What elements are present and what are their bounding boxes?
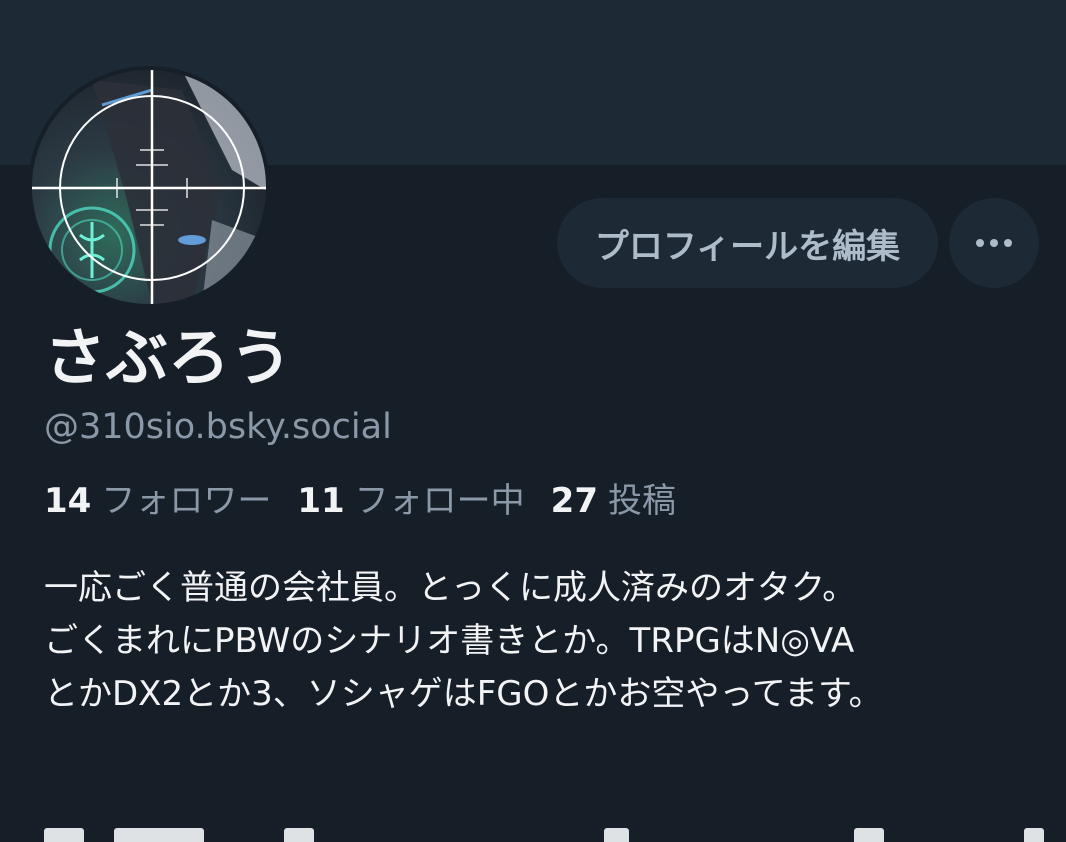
handle: @310sio.bsky.social: [44, 407, 392, 447]
followers-count: 14: [44, 481, 92, 521]
following-count: 11: [297, 481, 345, 521]
clipped-content-edge: [44, 826, 1044, 842]
followers-label: フォロワー: [101, 481, 272, 521]
following-link[interactable]: 11 フォロー中: [297, 478, 524, 524]
profile-stats: 14 フォロワー 11 フォロー中 27 投稿: [44, 478, 702, 524]
bio-line: 一応ごく普通の会社員。とっくに成人済みのオタク。: [44, 568, 857, 608]
following-label: フォロー中: [354, 481, 525, 521]
posts-count: 27: [550, 481, 598, 521]
avatar-image: [32, 70, 266, 304]
bio-line: とかDX2とか3、ソシャゲはFGOとかお空やってます。: [44, 674, 883, 714]
ellipsis-icon: [976, 239, 1012, 247]
profile-bio: 一応ごく普通の会社員。とっくに成人済みのオタク。 ごくまれにPBWのシナリオ書き…: [44, 562, 1044, 721]
bio-line: ごくまれにPBWのシナリオ書きとか。TRPGはN◎VA: [44, 621, 855, 661]
display-name: さぶろう: [44, 321, 293, 394]
posts-label: 投稿: [607, 481, 676, 521]
edit-profile-label: プロフィールを編集: [594, 226, 901, 267]
posts-stat: 27 投稿: [551, 478, 676, 524]
avatar[interactable]: [28, 66, 270, 308]
edit-profile-button[interactable]: プロフィールを編集: [557, 198, 938, 288]
more-options-button[interactable]: [949, 198, 1039, 288]
followers-link[interactable]: 14 フォロワー: [44, 478, 271, 524]
